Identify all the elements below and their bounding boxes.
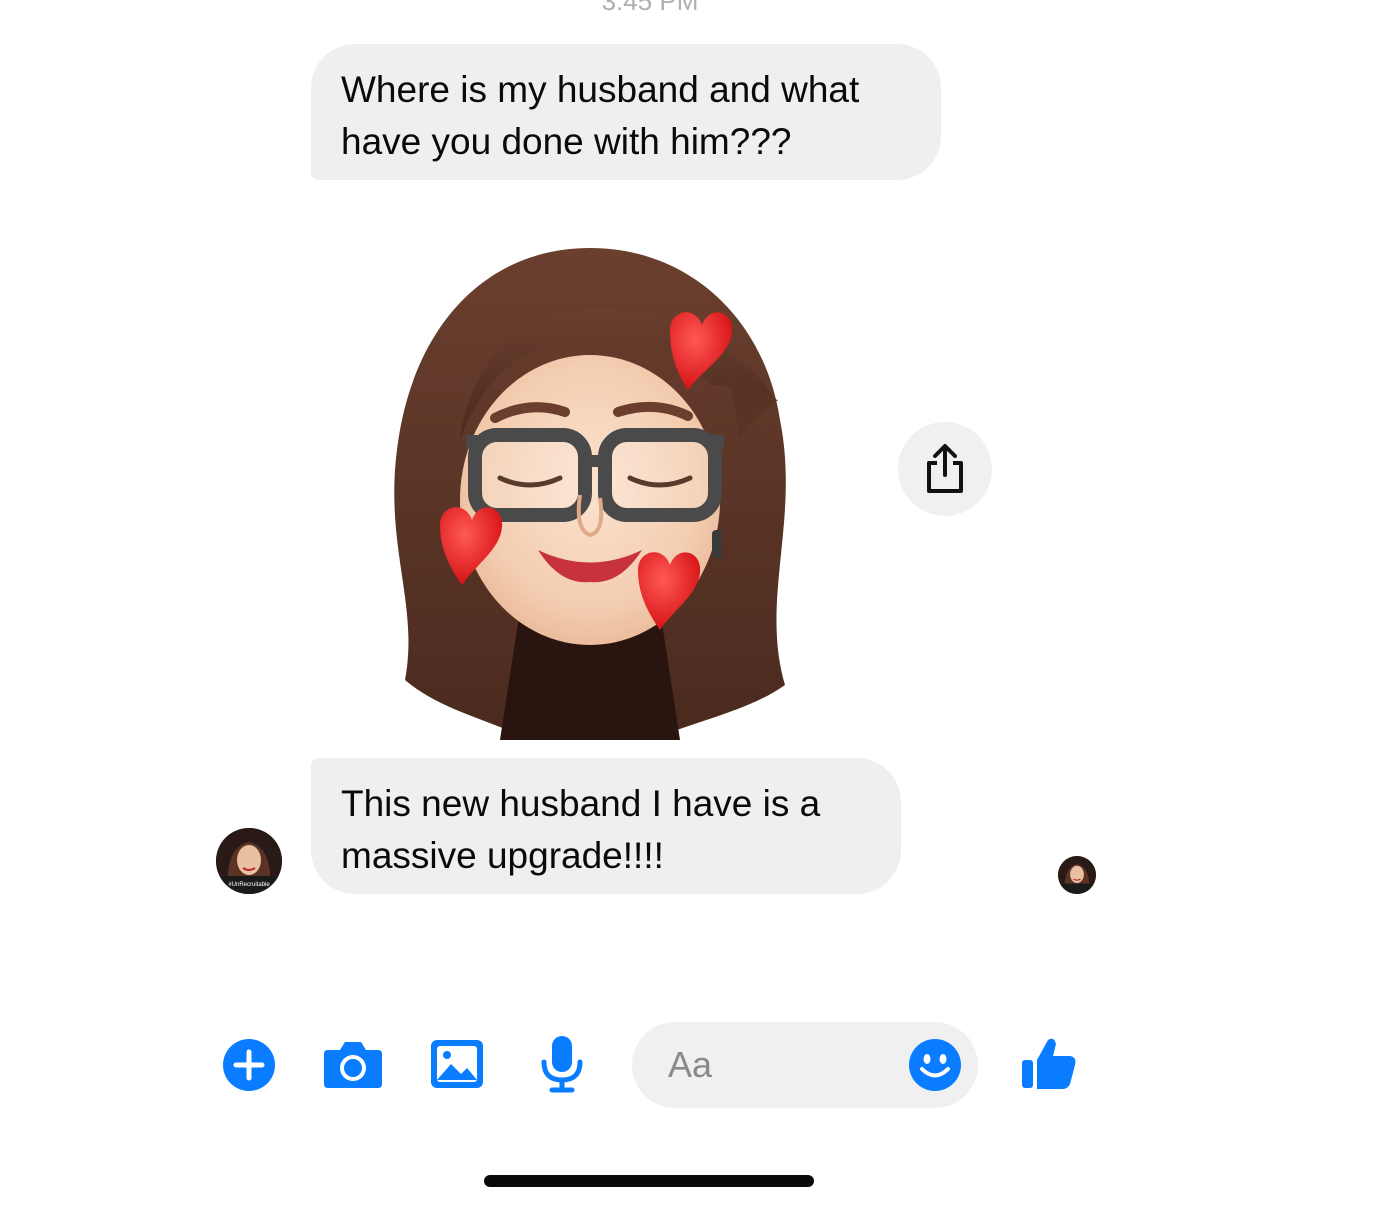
message-input[interactable]: Aa bbox=[632, 1022, 978, 1108]
gallery-icon bbox=[431, 1040, 483, 1088]
microphone-icon bbox=[541, 1036, 583, 1093]
gallery-button[interactable] bbox=[428, 1036, 486, 1092]
plus-icon bbox=[223, 1039, 275, 1091]
home-indicator[interactable] bbox=[484, 1175, 814, 1187]
microphone-button[interactable] bbox=[536, 1034, 588, 1094]
memoji-hearts-sticker[interactable] bbox=[380, 240, 800, 750]
camera-button[interactable] bbox=[322, 1036, 384, 1092]
read-receipt-photo bbox=[1058, 856, 1096, 894]
thumbs-up-icon bbox=[1022, 1038, 1076, 1089]
like-button[interactable] bbox=[1018, 1032, 1080, 1094]
camera-icon bbox=[324, 1042, 382, 1088]
share-button[interactable] bbox=[898, 422, 992, 516]
share-icon bbox=[927, 444, 963, 493]
memoji-illustration bbox=[394, 248, 786, 740]
smiley-icon bbox=[909, 1039, 961, 1091]
emoji-button[interactable] bbox=[908, 1038, 962, 1092]
add-button[interactable] bbox=[222, 1038, 276, 1092]
message-timestamp: 3:45 PM bbox=[601, 0, 699, 16]
message-bubble-received-1[interactable]: Where is my husband and what have you do… bbox=[311, 44, 941, 180]
message-text: This new husband I have is a massive upg… bbox=[341, 783, 821, 876]
read-receipt-avatar bbox=[1058, 856, 1096, 894]
messenger-chat-screen: 3:45 PM Where is my husband and what hav… bbox=[0, 0, 1400, 1206]
message-input-placeholder: Aa bbox=[668, 1044, 713, 1085]
profile-photo: #UnRecruitable bbox=[216, 828, 282, 894]
sender-avatar[interactable]: #UnRecruitable bbox=[216, 828, 282, 894]
avatar-caption: #UnRecruitable bbox=[228, 882, 270, 888]
message-text: Where is my husband and what have you do… bbox=[341, 69, 860, 162]
message-bubble-received-2[interactable]: This new husband I have is a massive upg… bbox=[311, 758, 901, 894]
